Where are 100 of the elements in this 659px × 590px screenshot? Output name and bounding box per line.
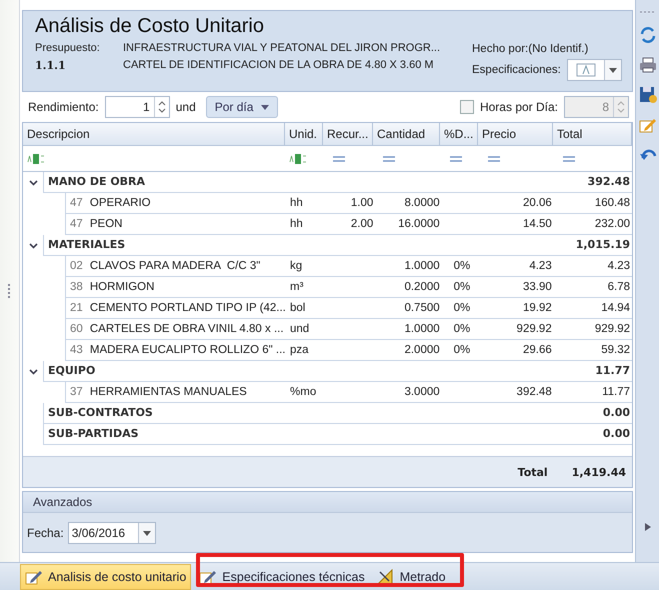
grand-total: 1,419.44 xyxy=(572,466,626,478)
specs-dropdown[interactable] xyxy=(566,59,622,81)
total-cell: 6.78 xyxy=(608,281,630,293)
column-header[interactable]: Total xyxy=(553,123,632,145)
group-name: MATERIALES xyxy=(43,235,576,256)
budget-name: INFRAESTRUCTURA VIAL Y PEATONAL DEL JIRON PROGR... xyxy=(123,42,442,54)
unit-label: und xyxy=(176,100,196,114)
column-header[interactable]: Recur... xyxy=(323,123,373,145)
text-filter-icon[interactable] xyxy=(289,154,307,164)
description-cell-text: CLAVOS PARA MADERA C/C 3" xyxy=(88,260,262,272)
column-header[interactable]: Unid. xyxy=(285,123,323,145)
description-cell-text: PEON xyxy=(88,218,124,230)
column-header[interactable]: %D... xyxy=(440,123,478,145)
hours-checkbox[interactable] xyxy=(460,100,474,114)
caret-icon xyxy=(142,530,151,536)
group-name: SUB-CONTRATOS xyxy=(43,403,603,424)
column-header[interactable]: Precio xyxy=(478,123,553,145)
window-title: Análisis de Costo Unitario xyxy=(35,15,265,38)
column-header[interactable]: Descripcion xyxy=(23,123,285,145)
resources-cell: 2.00 xyxy=(350,218,374,230)
unit-cell-text: bol xyxy=(289,302,306,314)
quantity-cell: 3.0000 xyxy=(404,386,440,398)
total-cell: 14.94 xyxy=(601,302,630,314)
quantity-cell: 1.0000 xyxy=(404,260,440,272)
chevron-icon[interactable] xyxy=(28,368,38,374)
item-code-cell-text: 02 xyxy=(69,260,84,272)
discount-cell: 0% xyxy=(454,302,470,314)
description-cell-text: CARTELES DE OBRA VINIL 4.80 x ... xyxy=(88,323,285,335)
price-cell: 4.23 xyxy=(529,260,552,272)
document-icon xyxy=(576,63,596,77)
date-field[interactable]: 3/06/2016 xyxy=(68,522,156,544)
chevron-icon[interactable] xyxy=(28,242,38,248)
total-cell: 59.32 xyxy=(601,344,630,356)
yield-label: Rendimiento: xyxy=(28,100,99,114)
item-name: CARTEL DE IDENTIFICACION DE LA OBRA DE 4.80 X 3.60 M xyxy=(123,59,435,72)
caret-icon xyxy=(261,104,270,110)
edit-icon[interactable] xyxy=(638,116,656,134)
period-dropdown[interactable]: Por día xyxy=(206,96,278,118)
group-name: MANO DE OBRA xyxy=(43,172,588,193)
quantity-cell: 16.0000 xyxy=(398,218,440,230)
total-cell: 929.92 xyxy=(594,323,630,335)
group-total: 392.48 xyxy=(588,172,632,193)
text-filter-icon[interactable] xyxy=(27,154,45,164)
yield-spinner[interactable]: 1 xyxy=(104,96,170,118)
unit-cell-text: pza xyxy=(289,344,310,356)
budget-label: Presupuesto: xyxy=(35,42,101,54)
group-total: 0.00 xyxy=(602,403,632,424)
price-cell: 14.50 xyxy=(522,218,552,230)
date-label: Fecha: xyxy=(27,526,64,540)
pencil-note-icon xyxy=(25,568,43,584)
price-cell: 20.06 xyxy=(522,197,552,209)
equals-filter-icon[interactable] xyxy=(563,156,575,162)
equals-filter-icon[interactable] xyxy=(333,156,345,162)
made-by-label: Hecho por:(No Identif.) xyxy=(472,43,588,55)
tab[interactable]: Analisis de costo unitario xyxy=(20,564,192,590)
column-header[interactable]: Cantidad xyxy=(373,123,440,145)
chevron-icon[interactable] xyxy=(28,180,38,186)
group-name: SUB-PARTIDAS xyxy=(43,424,603,445)
total-cell: 4.23 xyxy=(608,260,630,272)
save-icon[interactable] xyxy=(638,86,656,104)
discount-cell: 0% xyxy=(454,323,470,335)
splitter-grip[interactable] xyxy=(8,284,12,298)
price-cell: 19.92 xyxy=(522,302,552,314)
unit-cell-text: kg xyxy=(289,260,304,272)
item-code-cell-text: 60 xyxy=(69,323,84,335)
price-cell: 929.92 xyxy=(516,323,552,335)
scroll-arrow-icon[interactable] xyxy=(644,522,652,532)
price-cell: 29.66 xyxy=(522,344,552,356)
ruler-icon xyxy=(376,568,395,584)
print-icon[interactable] xyxy=(638,56,656,74)
total-cell: 11.77 xyxy=(602,386,630,398)
unit-cell-text: %mo xyxy=(289,386,318,398)
description-cell-text: HORMIGON xyxy=(88,281,156,293)
item-code: 1.1.1 xyxy=(35,59,67,72)
total-cell: 160.48 xyxy=(594,197,630,209)
item-code-cell-text: 37 xyxy=(69,386,84,398)
pencil-note-icon xyxy=(199,568,218,584)
item-code-cell-text: 47 xyxy=(69,218,84,230)
item-code-cell-text: 43 xyxy=(69,344,84,356)
equals-filter-icon[interactable] xyxy=(488,156,500,162)
group-total: 1,015.19 xyxy=(576,235,632,256)
quantity-cell: 0.2000 xyxy=(404,281,440,293)
equals-filter-icon[interactable] xyxy=(450,156,462,162)
equals-filter-icon[interactable] xyxy=(383,156,395,162)
refresh-icon[interactable] xyxy=(638,26,656,44)
specs-label: Especificaciones: xyxy=(472,64,561,76)
item-code-cell-text: 47 xyxy=(69,197,84,209)
tab[interactable]: Metrado xyxy=(372,564,450,590)
description-cell-text: MADERA EUCALIPTO ROLLIZO 6" ... xyxy=(88,344,286,356)
quantity-cell: 8.0000 xyxy=(404,197,440,209)
group-total: 0.00 xyxy=(602,424,632,445)
item-code-cell-text: 21 xyxy=(69,302,84,314)
description-cell-text: OPERARIO xyxy=(88,197,152,209)
quantity-cell: 2.0000 xyxy=(404,344,440,356)
tab[interactable]: Especificaciones técnicas xyxy=(195,564,369,590)
discount-cell: 0% xyxy=(454,344,470,356)
item-code-cell-text: 38 xyxy=(69,281,84,293)
unit-cell-text: m³ xyxy=(289,281,304,293)
description-cell-text: CEMENTO PORTLAND TIPO IP (42... xyxy=(88,302,287,314)
quantity-cell: 0.7500 xyxy=(404,302,440,314)
